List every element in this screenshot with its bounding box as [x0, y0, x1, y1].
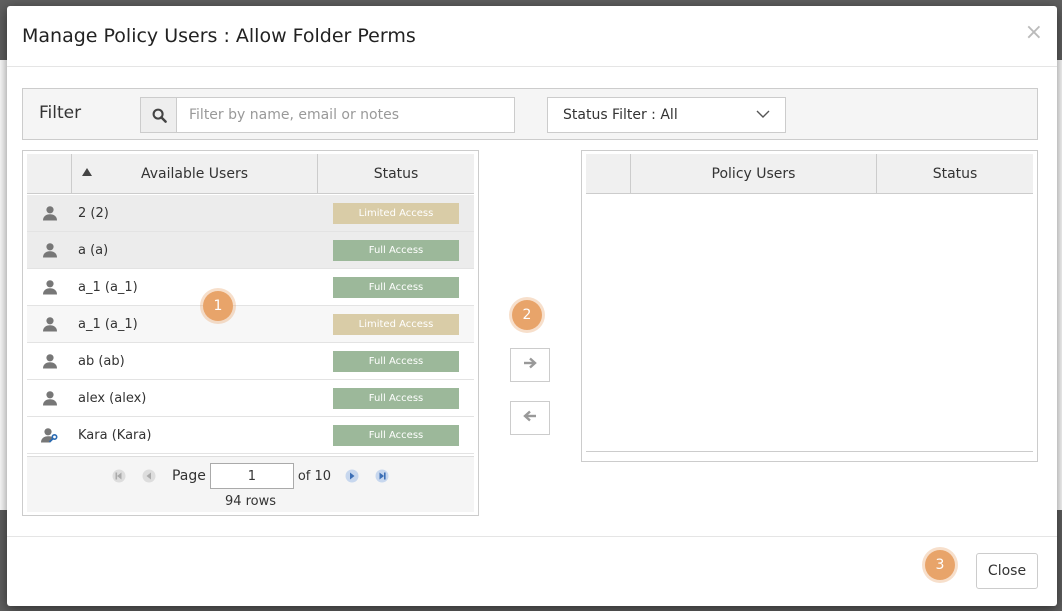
available-users-panel: Available Users Status 2 (2) Limited Acc…	[22, 150, 479, 516]
column-header-policy-users[interactable]: Policy Users	[631, 154, 877, 193]
available-users-header: Available Users Status	[27, 154, 474, 194]
user-name: a_1 (a_1)	[78, 316, 138, 332]
add-to-policy-button[interactable]	[510, 348, 550, 382]
callout-marker: 2	[512, 300, 542, 330]
table-row[interactable]: a (a) Full Access	[27, 232, 474, 269]
policy-users-header: Policy Users Status	[586, 154, 1033, 194]
status-filter-dropdown[interactable]: Status Filter : All	[547, 97, 786, 133]
user-name: a_1 (a_1)	[78, 279, 138, 295]
close-button[interactable]: Close	[976, 553, 1038, 589]
remove-from-policy-button[interactable]	[510, 401, 550, 435]
arrow-left-icon	[523, 410, 537, 426]
user-name: a (a)	[78, 242, 109, 258]
page-label: Page	[171, 468, 206, 484]
status-filter-value: Status Filter : All	[563, 107, 678, 123]
user-icon	[27, 316, 72, 332]
dialog-title: Manage Policy Users : Allow Folder Perms	[22, 25, 416, 47]
table-row[interactable]: 2 (2) Limited Access	[27, 195, 474, 232]
user-name: alex (alex)	[78, 390, 147, 406]
dialog-footer-divider	[7, 536, 1057, 537]
available-users-list: 2 (2) Limited Access a (a) Full Access a…	[27, 195, 474, 454]
arrow-right-icon	[523, 357, 537, 373]
user-name: 2 (2)	[78, 205, 109, 221]
table-row[interactable]: a_1 (a_1) Limited Access	[27, 306, 474, 343]
page-number-input[interactable]	[209, 463, 294, 489]
table-row[interactable]: a_1 (a_1) Full Access	[27, 269, 474, 306]
callout-marker: 3	[925, 550, 955, 580]
first-page-icon[interactable]	[110, 467, 128, 485]
status-badge: Full Access	[333, 276, 459, 298]
status-badge: Limited Access	[333, 202, 459, 224]
status-badge: Limited Access	[333, 313, 459, 335]
user-name: ab (ab)	[78, 353, 125, 369]
icon-column-header	[27, 154, 72, 193]
row-count: 94 rows	[224, 494, 277, 509]
status-badge: Full Access	[333, 350, 459, 372]
page-count: of 10	[297, 468, 332, 484]
user-icon	[27, 390, 72, 406]
table-row[interactable]: alex (alex) Full Access	[27, 380, 474, 417]
search-input[interactable]	[176, 97, 515, 133]
policy-users-panel: Policy Users Status	[581, 150, 1038, 462]
next-page-icon[interactable]	[343, 467, 361, 485]
status-badge: Full Access	[333, 239, 459, 261]
user-icon	[27, 353, 72, 369]
status-badge: Full Access	[333, 424, 459, 446]
user-icon	[27, 205, 72, 221]
callout-marker: 1	[203, 291, 233, 321]
previous-page-icon[interactable]	[140, 467, 158, 485]
column-header-available-users[interactable]: Available Users	[72, 154, 318, 193]
column-header-status[interactable]: Status	[318, 154, 474, 193]
column-header-label: Available Users	[140, 165, 249, 182]
grid-bottom-border	[586, 451, 1033, 452]
user-icon	[27, 279, 72, 295]
search-icon	[140, 97, 177, 133]
chevron-down-icon	[756, 107, 770, 123]
filter-bar: Filter Status Filter : All	[22, 88, 1038, 140]
user-key-icon	[27, 427, 72, 443]
sort-ascending-icon	[82, 168, 92, 176]
user-icon	[27, 242, 72, 258]
user-name: Kara (Kara)	[78, 427, 152, 443]
table-row[interactable]: Kara (Kara) Full Access	[27, 417, 474, 454]
pagination-bar: Page of 10 94 rows	[27, 456, 474, 512]
manage-policy-users-dialog: Manage Policy Users : Allow Folder Perms…	[7, 6, 1057, 606]
table-row[interactable]: ab (ab) Full Access	[27, 343, 474, 380]
dialog-header: Manage Policy Users : Allow Folder Perms…	[7, 6, 1057, 67]
filter-label: Filter	[39, 103, 82, 123]
status-badge: Full Access	[333, 387, 459, 409]
last-page-icon[interactable]	[373, 467, 391, 485]
column-header-status[interactable]: Status	[877, 154, 1033, 193]
close-icon[interactable]: ×	[1025, 22, 1043, 44]
icon-column-header	[586, 154, 631, 193]
